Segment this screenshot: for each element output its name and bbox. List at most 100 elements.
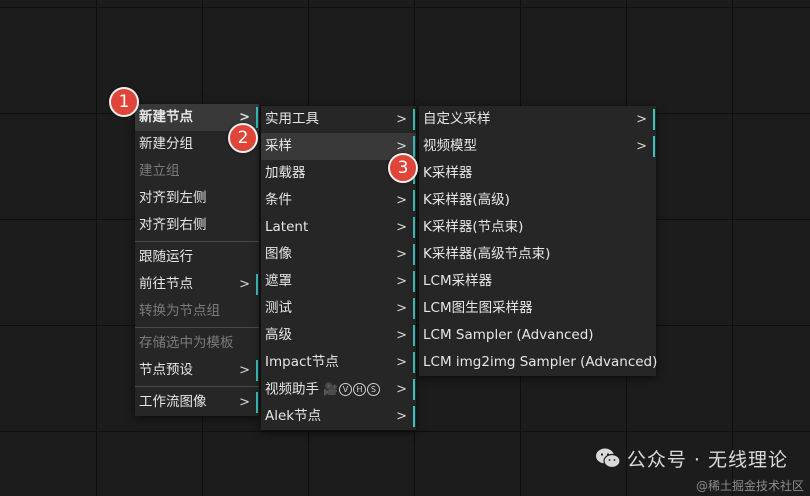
menu-item-label: K采样器(节点束) — [423, 219, 524, 235]
menu-item-custom-sampling[interactable]: 自定义采样 > — [419, 106, 656, 133]
menu-item-label: 对齐到右侧 — [139, 217, 207, 233]
badge-letter: H — [352, 382, 366, 396]
menu-item-testing[interactable]: 测试 > — [261, 295, 416, 322]
menu-item-follow-run[interactable]: 跟随运行 — [135, 244, 259, 271]
menu-item-label: 前往节点 — [139, 276, 193, 292]
step-badge: 3 — [388, 153, 418, 183]
menu-item-save-template: 存储选中为模板 — [135, 330, 259, 357]
menu-item-label: 条件 — [265, 192, 292, 208]
menu-item-label: LCM img2img Sampler (Advanced) — [423, 354, 658, 370]
menu-item-ksampler-pipe[interactable]: K采样器(节点束) — [419, 214, 656, 241]
menu-item-ksampler-advanced[interactable]: K采样器(高级) — [419, 187, 656, 214]
menu-item-label: 跟随运行 — [139, 249, 193, 265]
submenu-indicator — [653, 109, 655, 130]
submenu-indicator — [413, 379, 415, 400]
chevron-right-icon: > — [396, 193, 407, 208]
menu-item-label: 视频助手 — [265, 381, 319, 398]
menu-separator — [135, 386, 259, 387]
badge-letter: V — [338, 382, 352, 396]
chevron-right-icon: > — [239, 395, 250, 410]
menu-item-label: 工作流图像 — [139, 394, 207, 410]
menu-item-lcm-img2img-sampler-advanced[interactable]: LCM img2img Sampler (Advanced) — [419, 349, 658, 376]
step-badge: 2 — [228, 123, 258, 153]
menu-item-label: 采样 — [265, 138, 292, 154]
badge-letter: S — [366, 382, 380, 396]
chevron-right-icon: > — [636, 112, 647, 127]
chevron-right-icon: > — [396, 274, 407, 289]
menu-item-utilities[interactable]: 实用工具 > — [261, 106, 416, 133]
menu-item-label: 视频模型 — [423, 138, 477, 154]
menu-item-label: LCM采样器 — [423, 273, 493, 289]
submenu-indicator — [413, 352, 415, 373]
submenu-indicator — [413, 136, 415, 157]
menu-item-label: 测试 — [265, 300, 292, 316]
step-badge: 1 — [109, 87, 139, 117]
menu-item-label: 实用工具 — [265, 111, 319, 127]
submenu-indicator — [256, 274, 258, 295]
watermark: 公众号 · 无线理论 — [595, 445, 788, 474]
menu-item-label: 图像 — [265, 246, 292, 262]
submenu-indicator — [256, 392, 258, 413]
menu-item-label: 新建分组 — [139, 136, 193, 152]
menu-item-goto-node[interactable]: 前往节点 > — [135, 271, 259, 298]
menu-item-label: 对齐到左侧 — [139, 190, 207, 206]
menu-item-video-helper[interactable]: 视频助手 🎥 V H S > — [261, 376, 416, 403]
menu-item-alek-nodes[interactable]: Alek节点 > — [261, 403, 416, 430]
menu-item-lcm-img2img-sampler[interactable]: LCM图生图采样器 — [419, 295, 656, 322]
menu-item-video-models[interactable]: 视频模型 > — [419, 133, 656, 160]
vhs-badge: 🎥 V H S — [323, 376, 380, 403]
menu-item-workflow-image[interactable]: 工作流图像 > — [135, 389, 259, 416]
menu-item-align-left[interactable]: 对齐到左侧 — [135, 185, 259, 212]
menu-item-label: 存储选中为模板 — [139, 335, 234, 351]
chevron-right-icon: > — [396, 409, 407, 424]
juejin-credit: @稀土掘金技术社区 — [695, 479, 804, 493]
chevron-right-icon: > — [396, 301, 407, 316]
menu-item-advanced[interactable]: 高级 > — [261, 322, 416, 349]
menu-item-lcm-sampler[interactable]: LCM采样器 — [419, 268, 656, 295]
submenu-indicator — [413, 325, 415, 346]
menu-item-conditioning[interactable]: 条件 > — [261, 187, 416, 214]
camera-icon: 🎥 — [323, 382, 338, 396]
menu-item-impact-nodes[interactable]: Impact节点 > — [261, 349, 416, 376]
menu-item-label: K采样器(高级) — [423, 192, 510, 208]
menu-item-node-presets[interactable]: 节点预设 > — [135, 357, 259, 384]
menu-item-label: Impact节点 — [265, 354, 339, 370]
wechat-icon — [595, 447, 621, 474]
menu-item-label: 自定义采样 — [423, 111, 491, 127]
menu-item-label: Latent — [265, 219, 309, 235]
chevron-right-icon: > — [636, 139, 647, 154]
menu-item-label: K采样器 — [423, 165, 473, 181]
menu-item-image[interactable]: 图像 > — [261, 241, 416, 268]
submenu-indicator — [653, 136, 655, 157]
submenu-indicator — [413, 217, 415, 238]
submenu-indicator — [413, 298, 415, 319]
menu-item-mask[interactable]: 遮罩 > — [261, 268, 416, 295]
menu-item-label: 新建节点 — [139, 109, 193, 125]
submenu-indicator — [413, 190, 415, 211]
chevron-right-icon: > — [396, 112, 407, 127]
menu-item-label: LCM Sampler (Advanced) — [423, 327, 594, 343]
menu-item-label: 加载器 — [265, 165, 306, 181]
menu-item-label: 节点预设 — [139, 362, 193, 378]
submenu-indicator — [413, 271, 415, 292]
chevron-right-icon: > — [396, 247, 407, 262]
menu-item-label: 高级 — [265, 327, 292, 343]
chevron-right-icon: > — [239, 363, 250, 378]
chevron-right-icon: > — [239, 277, 250, 292]
chevron-right-icon: > — [396, 355, 407, 370]
menu-item-create-group: 建立组 — [135, 158, 259, 185]
menu-item-latent[interactable]: Latent > — [261, 214, 416, 241]
menu-item-align-right[interactable]: 对齐到右侧 — [135, 212, 259, 239]
menu-separator — [135, 327, 259, 328]
submenu-indicator — [413, 109, 415, 130]
menu-item-label: 建立组 — [139, 163, 180, 179]
menu-item-ksampler[interactable]: K采样器 — [419, 160, 656, 187]
chevron-right-icon: > — [396, 220, 407, 235]
submenu-indicator — [256, 107, 258, 128]
chevron-right-icon: > — [396, 328, 407, 343]
menu-item-label: 转换为节点组 — [139, 303, 220, 319]
submenu-indicator — [256, 360, 258, 381]
submenu-sampling: 自定义采样 > 视频模型 > K采样器 K采样器(高级) K采样器(节点束) K采样… — [419, 106, 658, 376]
menu-item-ksampler-advanced-pipe[interactable]: K采样器(高级节点束) — [419, 241, 656, 268]
menu-item-lcm-sampler-advanced[interactable]: LCM Sampler (Advanced) — [419, 322, 656, 349]
